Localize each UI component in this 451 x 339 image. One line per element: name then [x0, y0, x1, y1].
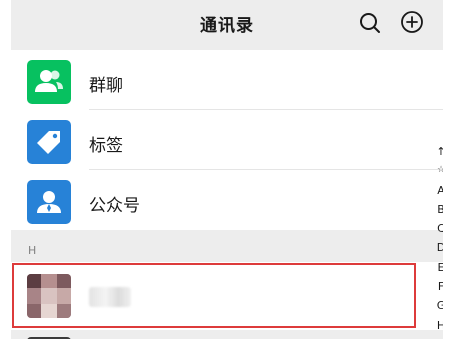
- entry-official-accounts[interactable]: 公众号: [11, 170, 443, 230]
- group-chat-icon: [27, 60, 71, 104]
- section-letter: H: [28, 244, 37, 257]
- feature-list: 群聊 标签 公众号: [11, 50, 443, 230]
- highlight-box: [12, 263, 416, 328]
- entry-label: 群聊: [89, 76, 123, 96]
- index-item[interactable]: ☆: [432, 161, 443, 180]
- index-item[interactable]: C: [432, 219, 443, 238]
- alphabet-index[interactable]: ↑ ☆ A B C D E F G H: [432, 142, 443, 335]
- index-item[interactable]: G: [432, 296, 443, 315]
- entry-label: 标签: [89, 136, 123, 156]
- index-item[interactable]: ↑: [432, 142, 443, 161]
- index-item[interactable]: E: [432, 258, 443, 277]
- index-item[interactable]: F: [432, 277, 443, 296]
- search-icon: [360, 13, 380, 33]
- search-button[interactable]: [356, 9, 384, 37]
- next-row: [11, 330, 443, 339]
- tag-icon: [27, 120, 71, 164]
- entry-label: 公众号: [89, 196, 140, 216]
- index-item[interactable]: B: [432, 200, 443, 219]
- section-header: H: [11, 234, 443, 262]
- add-button[interactable]: [398, 9, 426, 37]
- official-account-icon: [27, 180, 71, 224]
- entry-group-chats[interactable]: 群聊: [11, 50, 443, 110]
- index-item[interactable]: D: [432, 238, 443, 257]
- plus-circle-icon: [401, 11, 423, 33]
- index-item[interactable]: A: [432, 181, 443, 200]
- index-item[interactable]: H: [432, 316, 443, 335]
- top-bar: 通讯录: [11, 0, 443, 46]
- entry-tags[interactable]: 标签: [11, 110, 443, 170]
